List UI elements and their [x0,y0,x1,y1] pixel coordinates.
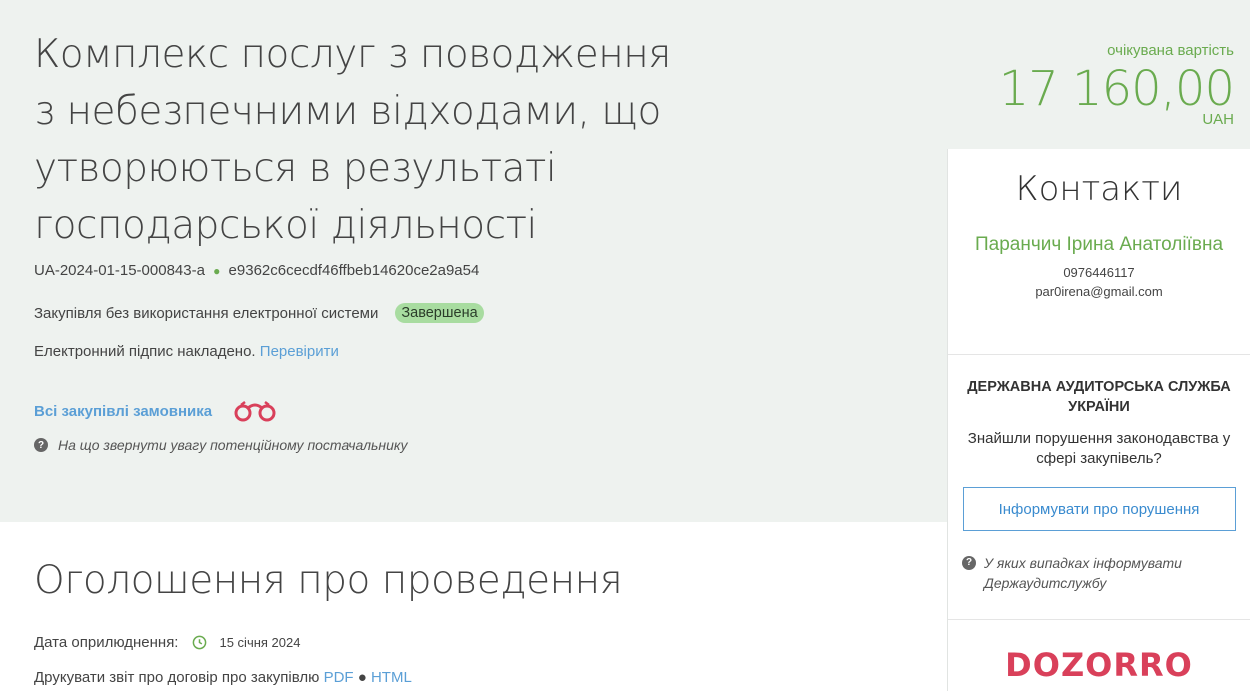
tender-hash: e9362c6cecdf46ffbeb14620ce2a9a54 [228,262,480,279]
report-violation-button[interactable]: Інформувати про порушення [962,487,1236,531]
all-purchases-row: Всі закупівлі замовника [34,399,278,423]
question-icon: ? [34,438,48,452]
audit-question: Знайшли порушення законодавства у сфері … [967,430,1231,467]
dozorro-logo[interactable]: DOZORRO [948,620,1250,684]
tender-identifier: UA-2024-01-15-000843-a ● e9362c6cecdf46f… [34,262,479,279]
separator-dot-icon: ● [213,264,221,278]
contact-name: Паранчич Ірина Анатоліївна [974,234,1224,255]
sidebar: Контакти Паранчич Ірина Анатоліївна 0976… [947,149,1250,691]
pub-date-label: Дата оприлюднення: [34,634,179,651]
separator-dot-icon: ● [357,669,367,686]
price-label: очікувана вартість [1107,42,1234,59]
print-report-row: Друкувати звіт про договір про закупівлю… [34,669,412,686]
all-purchases-link[interactable]: Всі закупівлі замовника [34,403,212,420]
verify-signature-link[interactable]: Перевірити [260,343,339,360]
contact-phone: 0976446117 [1063,265,1135,280]
contact-email: par0irena@gmail.com [1035,284,1163,299]
publication-date-row: Дата оприлюднення: 15 січня 2024 [34,634,300,651]
price-value: 17 160,00 [998,61,1235,117]
print-html-link[interactable]: HTML [371,669,412,686]
contacts-title: Контакти [1015,169,1183,209]
audit-service-panel: ДЕРЖАВНА АУДИТОРСЬКА СЛУЖБА УКРАЇНИ Знай… [948,355,1250,620]
print-report-text: Друкувати звіт про договір про закупівлю [34,669,320,686]
supplier-hint[interactable]: ? На що звернути увагу потенційному пост… [34,437,408,453]
pub-date-value: 15 січня 2024 [219,635,301,650]
signature-text: Електронний підпис накладено. [34,343,256,360]
supplier-hint-text: На що звернути увагу потенційному постач… [58,437,408,453]
question-icon: ? [962,556,976,570]
contacts-panel: Контакти Паранчич Ірина Анатоліївна 0976… [948,149,1250,355]
status-badge: Завершена [395,303,484,323]
tender-id: UA-2024-01-15-000843-a [34,262,205,279]
audit-hint-text: У яких випадках інформувати Держаудитслу… [984,555,1182,591]
binoculars-icon[interactable] [232,399,278,423]
expected-price: очікувана вартість 17 160,00 UAH [998,42,1235,128]
announcement-title: Оголошення про проведення [34,558,623,603]
clock-icon [193,635,207,650]
print-pdf-link[interactable]: PDF [324,669,354,686]
audit-title: ДЕРЖАВНА АУДИТОРСЬКА СЛУЖБА УКРАЇНИ [967,379,1231,415]
procedure-row: Закупівля без використання електронної с… [34,303,484,323]
tender-title: Комплекс послуг з поводження з небезпечн… [34,32,671,248]
audit-hint[interactable]: ? У яких випадках інформувати Держаудитс… [962,553,1236,593]
signature-row: Електронний підпис накладено. Перевірити [34,343,339,360]
procedure-type: Закупівля без використання електронної с… [34,304,379,322]
